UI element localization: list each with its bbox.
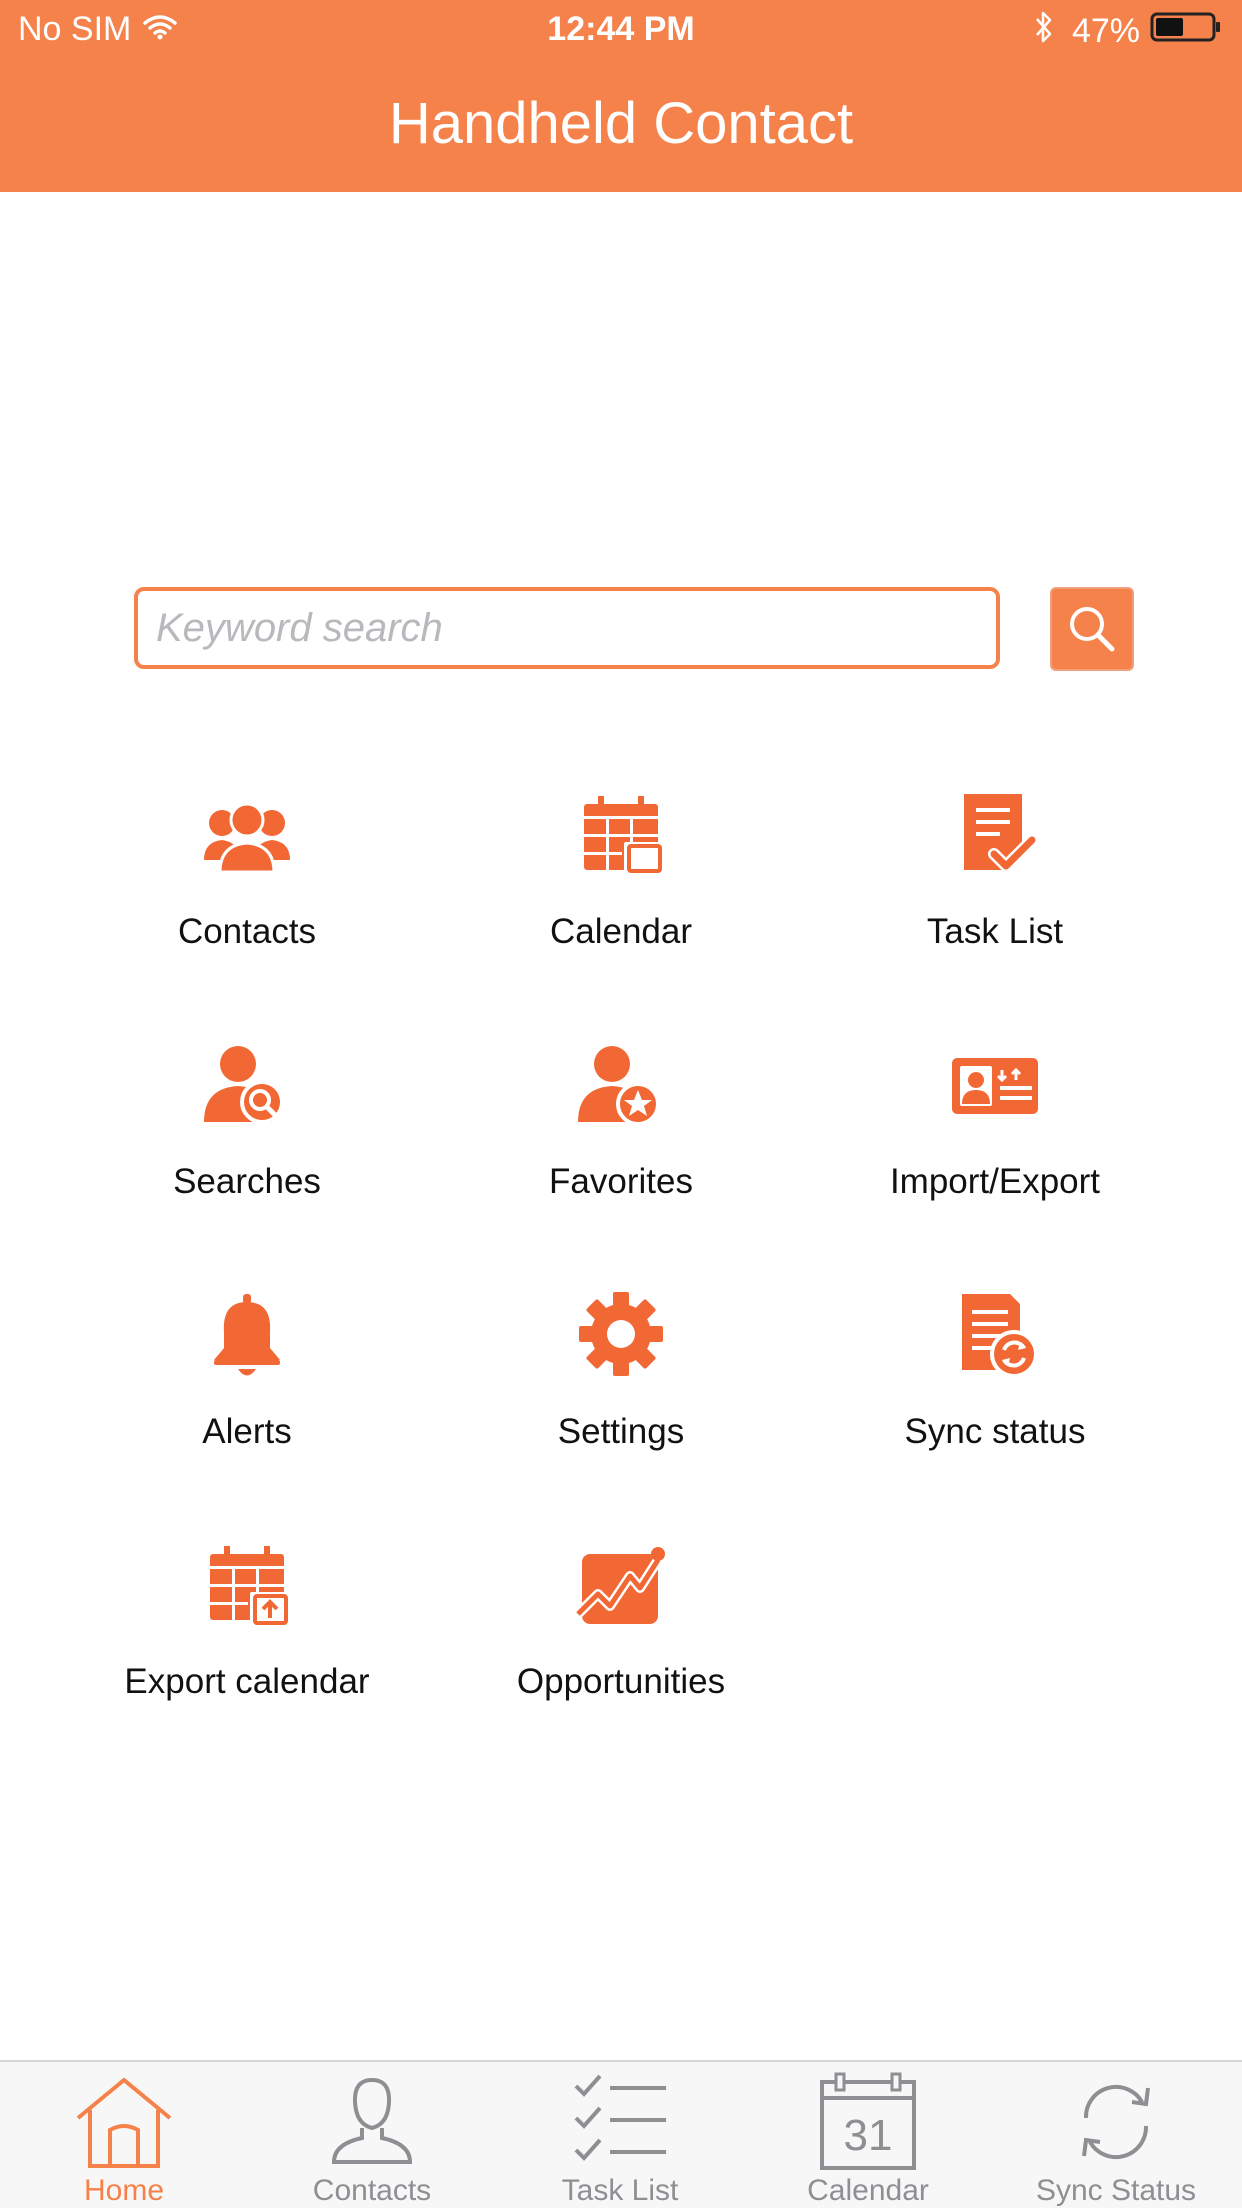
search-button[interactable] <box>1050 587 1134 671</box>
tile-label: Import/Export <box>889 1162 1101 1201</box>
calendar-icon: 31 <box>818 2072 918 2172</box>
tile-opportunities[interactable]: Opportunities <box>434 1540 808 1740</box>
tile-label: Settings <box>557 1412 685 1451</box>
tile-import-export[interactable]: Import/Export <box>808 1040 1182 1240</box>
tile-label: Searches <box>173 1162 321 1201</box>
tab-task-list[interactable]: Task List <box>496 2062 744 2210</box>
tile-alerts[interactable]: Alerts <box>60 1290 434 1490</box>
tile-sync-status[interactable]: Sync status <box>808 1290 1182 1490</box>
calendar-icon <box>574 790 668 884</box>
task-list-icon <box>948 790 1042 884</box>
tile-favorites[interactable]: Favorites <box>434 1040 808 1240</box>
tile-label: Contacts <box>177 912 317 951</box>
checklist-icon <box>570 2072 670 2172</box>
tile-label: Opportunities <box>516 1662 726 1701</box>
tile-calendar[interactable]: Calendar <box>434 790 808 990</box>
tile-task-list[interactable]: Task List <box>808 790 1182 990</box>
trend-chart-icon <box>574 1540 668 1634</box>
document-sync-icon <box>948 1290 1042 1384</box>
tab-sync-status[interactable]: Sync Status <box>992 2062 1240 2210</box>
contacts-icon <box>200 790 294 884</box>
tile-label: Task List <box>926 912 1064 951</box>
search-icon <box>1070 607 1115 652</box>
tile-label: Alerts <box>202 1412 292 1451</box>
calendar-upload-icon <box>200 1540 294 1634</box>
tile-searches[interactable]: Searches <box>60 1040 434 1240</box>
tile-label: Calendar <box>549 912 693 951</box>
tab-label: Task List <box>561 2174 679 2207</box>
person-icon <box>322 2072 422 2172</box>
tile-label: Export calendar <box>124 1662 370 1701</box>
id-card-icon <box>948 1040 1042 1134</box>
tab-contacts[interactable]: Contacts <box>248 2062 496 2210</box>
battery-icon <box>1150 11 1222 52</box>
status-right: 47% <box>1034 10 1222 53</box>
bluetooth-icon <box>1034 10 1054 53</box>
tile-contacts[interactable]: Contacts <box>60 790 434 990</box>
person-search-icon <box>200 1040 294 1134</box>
gear-icon <box>574 1290 668 1384</box>
tab-label: Home <box>83 2174 165 2207</box>
tab-label: Contacts <box>312 2174 432 2207</box>
page-title: Handheld Contact <box>388 91 854 156</box>
person-star-icon <box>574 1040 668 1134</box>
tab-calendar[interactable]: 31 Calendar <box>744 2062 992 2210</box>
tile-settings[interactable]: Settings <box>434 1290 808 1490</box>
tab-bar: Home Contacts Task List 31 Calendar Sync… <box>0 2060 1242 2208</box>
calendar-day-number: 31 <box>844 2111 893 2160</box>
header: No SIM 12:44 PM 47% Handheld Contact <box>0 0 1242 192</box>
tile-label: Favorites <box>549 1162 693 1201</box>
status-bar: No SIM 12:44 PM 47% <box>0 0 1242 64</box>
battery-percent: 47% <box>1071 12 1140 50</box>
tab-home[interactable]: Home <box>0 2062 248 2210</box>
search-input[interactable] <box>134 587 1000 669</box>
bell-icon <box>200 1290 294 1384</box>
tab-label: Calendar <box>807 2174 929 2207</box>
tile-label: Sync status <box>904 1412 1086 1451</box>
tile-export-calendar[interactable]: Export calendar <box>60 1540 434 1740</box>
tab-label: Sync Status <box>1035 2174 1197 2207</box>
home-icon <box>74 2072 174 2172</box>
sync-icon <box>1066 2072 1166 2172</box>
